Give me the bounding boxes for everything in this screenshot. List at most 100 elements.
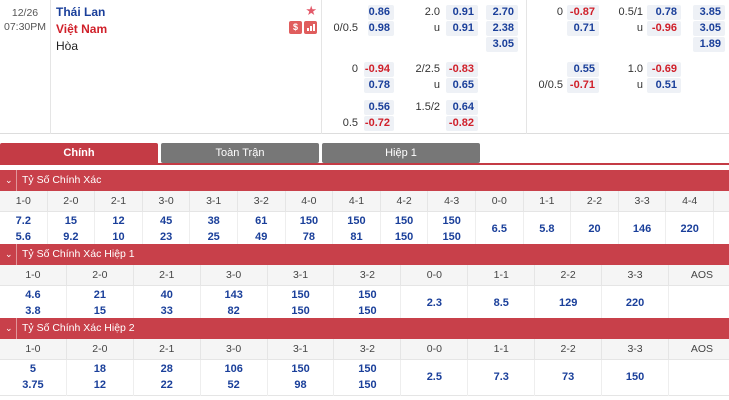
home-score-odds[interactable]: 150 xyxy=(335,363,401,375)
home-score-odds[interactable]: 21 xyxy=(67,289,133,301)
score-odds-cell[interactable]: 150 150 xyxy=(428,212,476,248)
ou-over-odds[interactable]: 0.91 xyxy=(446,5,478,20)
draw-score-odds[interactable]: 220 xyxy=(602,297,668,309)
tab-main[interactable]: Chính xyxy=(0,143,158,165)
away-score-odds[interactable]: 78 xyxy=(286,231,333,243)
score-odds-cell[interactable]: 150 78 xyxy=(286,212,334,248)
score-odds-cell[interactable] xyxy=(669,286,729,322)
away-score-odds[interactable]: 98 xyxy=(268,379,334,391)
home-score-odds[interactable]: 5 xyxy=(0,363,66,375)
home-score-odds[interactable]: 12 xyxy=(95,215,142,227)
away-score-odds[interactable]: 33 xyxy=(134,305,200,317)
tab-full-match[interactable]: Toàn Trận xyxy=(161,143,319,163)
1x2-draw-odds[interactable]: 3.05 xyxy=(486,37,518,52)
draw-score-odds[interactable]: 2.3 xyxy=(401,297,467,309)
away-team[interactable]: Việt Nam xyxy=(56,22,107,36)
score-odds-cell[interactable]: 61 49 xyxy=(238,212,286,248)
away-score-odds[interactable]: 150 xyxy=(381,231,428,243)
score-odds-cell[interactable]: 150 150 xyxy=(335,360,402,396)
away-score-odds[interactable]: 10 xyxy=(95,231,142,243)
score-odds-cell[interactable]: 38 25 xyxy=(190,212,238,248)
score-odds-cell[interactable]: 220 xyxy=(602,286,669,322)
away-score-odds[interactable]: 82 xyxy=(201,305,267,317)
home-score-odds[interactable]: 143 xyxy=(201,289,267,301)
score-odds-cell[interactable]: 150 150 xyxy=(381,212,429,248)
draw-score-odds[interactable]: 2.5 xyxy=(401,371,467,383)
handicap-away-odds-3[interactable]: -0.72 xyxy=(364,116,394,131)
draw-score-odds[interactable]: 20 xyxy=(571,223,618,235)
score-odds-cell[interactable]: 150 81 xyxy=(333,212,381,248)
score-odds-cell[interactable]: 150 xyxy=(602,360,669,396)
score-odds-cell[interactable]: 150 98 xyxy=(268,360,335,396)
away-score-odds[interactable]: 150 xyxy=(335,379,401,391)
fh-1x2-away-odds[interactable]: 3.05 xyxy=(693,21,725,36)
home-score-odds[interactable]: 40 xyxy=(134,289,200,301)
score-odds-cell[interactable]: 6.5 xyxy=(476,212,524,248)
star-icon[interactable]: ★ xyxy=(305,3,317,19)
handicap-away-odds-2[interactable]: 0.78 xyxy=(364,78,394,93)
score-odds-cell[interactable]: 5 3.75 xyxy=(0,360,67,396)
home-team[interactable]: Thái Lan xyxy=(56,5,105,19)
home-score-odds[interactable]: 7.2 xyxy=(0,215,47,227)
score-odds-cell[interactable] xyxy=(669,360,729,396)
draw-score-odds[interactable]: 5.8 xyxy=(524,223,571,235)
home-score-odds[interactable]: 150 xyxy=(268,363,334,375)
bar-chart-icon[interactable] xyxy=(304,21,317,34)
away-score-odds[interactable]: 81 xyxy=(333,231,380,243)
away-score-odds[interactable]: 9.2 xyxy=(48,231,95,243)
score-odds-cell[interactable]: 18 12 xyxy=(67,360,134,396)
home-score-odds[interactable]: 150 xyxy=(333,215,380,227)
away-score-odds[interactable]: 12 xyxy=(67,379,133,391)
home-score-odds[interactable]: 38 xyxy=(190,215,237,227)
draw-score-odds[interactable]: 73 xyxy=(535,371,601,383)
draw-score-odds[interactable]: 8.5 xyxy=(468,297,534,309)
handicap-home-odds-2[interactable]: -0.94 xyxy=(364,62,394,77)
home-score-odds[interactable]: 150 xyxy=(286,215,333,227)
section-header[interactable]: ⌄ Tỷ Số Chính Xác Hiệp 2 xyxy=(0,318,729,339)
score-odds-cell[interactable]: 146 xyxy=(619,212,667,248)
score-odds-cell[interactable]: 2.5 xyxy=(401,360,469,396)
home-score-odds[interactable]: 150 xyxy=(335,289,401,301)
score-odds-cell[interactable]: 106 52 xyxy=(201,360,268,396)
1x2-home-odds[interactable]: 2.70 xyxy=(486,5,518,20)
home-score-odds[interactable]: 150 xyxy=(428,215,475,227)
ou-under-odds-2[interactable]: 0.65 xyxy=(446,78,478,93)
score-odds-cell[interactable]: 20 xyxy=(571,212,619,248)
home-score-odds[interactable]: 4.6 xyxy=(0,289,66,301)
score-odds-cell[interactable]: 7.3 xyxy=(468,360,536,396)
ou-under-odds[interactable]: 0.91 xyxy=(446,21,478,36)
handicap-home-odds[interactable]: 0.86 xyxy=(368,5,394,20)
fh-handicap-home-odds[interactable]: -0.87 xyxy=(567,5,599,20)
draw-score-odds[interactable]: 146 xyxy=(619,223,666,235)
score-odds-cell[interactable]: 143 82 xyxy=(201,286,268,322)
fh-ou-over-odds-2[interactable]: -0.69 xyxy=(647,62,681,77)
home-score-odds[interactable]: 45 xyxy=(143,215,190,227)
fh-ou-under-odds[interactable]: -0.96 xyxy=(647,21,681,36)
home-score-odds[interactable]: 28 xyxy=(134,363,200,375)
away-score-odds[interactable]: 150 xyxy=(268,305,334,317)
draw-score-odds[interactable]: 220 xyxy=(666,223,713,235)
score-odds-cell[interactable]: 129 xyxy=(535,286,603,322)
away-score-odds[interactable]: 49 xyxy=(238,231,285,243)
ou-over-odds-3[interactable]: 0.64 xyxy=(446,100,478,115)
away-score-odds[interactable]: 22 xyxy=(134,379,200,391)
score-odds-cell[interactable]: 150 150 xyxy=(335,286,402,322)
section-header[interactable]: ⌄ Tỷ Số Chính Xác xyxy=(0,170,729,191)
away-score-odds[interactable]: 15 xyxy=(67,305,133,317)
handicap-home-odds-3[interactable]: 0.56 xyxy=(364,100,394,115)
score-odds-cell[interactable]: 40 33 xyxy=(134,286,201,322)
odds-money-icon[interactable]: $ xyxy=(289,21,302,34)
score-odds-cell[interactable]: 15 9.2 xyxy=(48,212,96,248)
score-odds-cell[interactable]: 150 150 xyxy=(268,286,335,322)
draw-score-odds[interactable]: 129 xyxy=(535,297,601,309)
home-score-odds[interactable]: 61 xyxy=(238,215,285,227)
away-score-odds[interactable]: 3.75 xyxy=(0,379,66,391)
score-odds-cell[interactable]: 28 22 xyxy=(134,360,201,396)
handicap-away-odds[interactable]: 0.98 xyxy=(368,21,394,36)
score-odds-cell[interactable]: 4.6 3.8 xyxy=(0,286,67,322)
draw-score-odds[interactable]: 7.3 xyxy=(468,371,534,383)
score-odds-cell[interactable]: 220 xyxy=(666,212,714,248)
fh-1x2-draw-odds[interactable]: 1.89 xyxy=(693,37,725,52)
fh-handicap-away-odds-2[interactable]: -0.71 xyxy=(567,78,599,93)
ou-under-odds-3[interactable]: -0.82 xyxy=(446,116,478,131)
